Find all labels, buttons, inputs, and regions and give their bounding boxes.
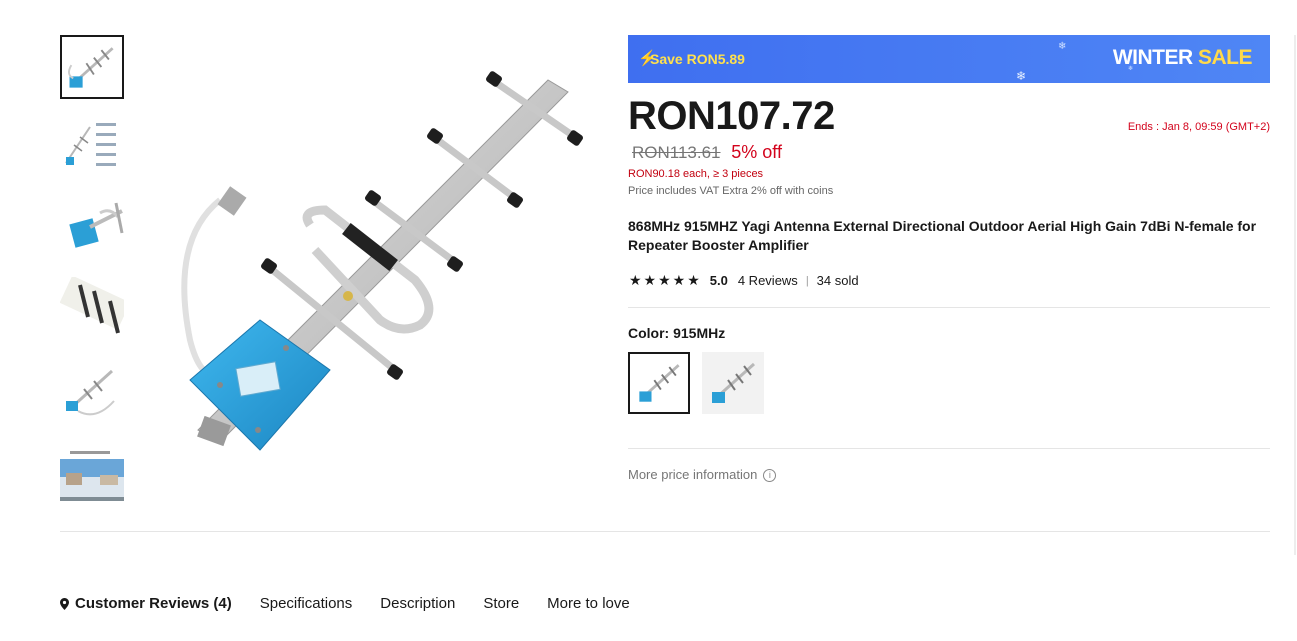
color-label: Color: 915MHz — [628, 325, 726, 341]
swatch-antenna-image — [712, 362, 756, 403]
winter-sale-label: WINTER SALE — [1112, 46, 1253, 70]
save-amount-text: Save RON5.89 — [650, 51, 745, 67]
more-price-information-link[interactable]: More price information i — [628, 467, 777, 483]
installation-diagram-thumbnail-image — [60, 451, 124, 501]
separator: | — [805, 274, 809, 287]
sale-word: SALE — [1197, 46, 1253, 69]
original-price: RON113.61 — [632, 143, 721, 162]
rating-score: 5.0 — [709, 273, 728, 288]
thumbnail-1[interactable] — [60, 35, 124, 99]
vat-text: Price includes VAT Extra 2% off with coi… — [628, 185, 834, 197]
reviews-link[interactable]: 4 Reviews — [738, 273, 798, 288]
antenna-dimensions-thumbnail-image — [65, 123, 116, 166]
tab-customer-reviews[interactable]: Customer Reviews (4) — [60, 595, 232, 612]
thumbnail-2[interactable] — [60, 113, 124, 177]
thumbnail-5[interactable] — [60, 361, 124, 425]
tab-store[interactable]: Store — [483, 595, 519, 612]
bulk-price-text: RON90.18 each, ≥ 3 pieces — [628, 168, 764, 180]
discount-badge: 5% off — [731, 142, 782, 162]
section-divider — [60, 531, 1270, 532]
sold-count: 34 sold — [816, 273, 859, 288]
location-pin-icon — [60, 597, 69, 610]
tab-label: Customer Reviews (4) — [75, 595, 232, 612]
info-icon: i — [763, 469, 777, 483]
yagi-antenna-image — [181, 71, 583, 451]
sale-ends-text: Ends : Jan 8, 09:59 (GMT+2) — [1127, 121, 1270, 133]
tab-more-to-love[interactable]: More to love — [547, 595, 630, 612]
antenna-thumbnail-image — [68, 47, 114, 88]
snowflake-icon: ❄ — [1058, 41, 1067, 52]
rating-row: ★★★★★ 5.0 4 Reviews | 34 sold — [629, 272, 859, 289]
tab-specifications[interactable]: Specifications — [260, 595, 353, 612]
product-title: 868MHz 915MHZ Yagi Antenna External Dire… — [628, 218, 1257, 253]
more-price-label: More price information — [628, 467, 758, 482]
thumbnail-3[interactable] — [60, 193, 124, 257]
swatch-antenna-image — [639, 364, 680, 402]
antenna-closeup-thumbnail-image — [69, 202, 124, 248]
winter-sale-banner[interactable]: ⚡ Save RON5.89 ❄ ❄ ❄ WINTER SALE — [628, 35, 1270, 83]
divider — [628, 307, 1270, 308]
divider — [628, 448, 1270, 449]
star-rating-icons: ★★★★★ — [629, 272, 702, 288]
page-edge-divider — [1294, 35, 1296, 555]
snowflake-icon: ❄ — [1016, 69, 1027, 83]
color-option-915mhz[interactable] — [628, 352, 690, 414]
main-product-image[interactable] — [150, 40, 610, 480]
thumbnail-6[interactable] — [60, 445, 124, 509]
tab-description[interactable]: Description — [380, 595, 455, 612]
product-tabs: Customer Reviews (4) Specifications Desc… — [60, 595, 658, 612]
antenna-elements-thumbnail-image — [60, 277, 124, 334]
winter-word: WINTER — [1112, 46, 1193, 69]
antenna-cable-thumbnail-image — [66, 369, 115, 416]
thumbnail-4[interactable] — [60, 277, 124, 341]
color-option-868mhz[interactable] — [702, 352, 764, 414]
original-price-row: RON113.61 5% off — [632, 142, 782, 163]
current-price: RON107.72 — [628, 94, 835, 138]
